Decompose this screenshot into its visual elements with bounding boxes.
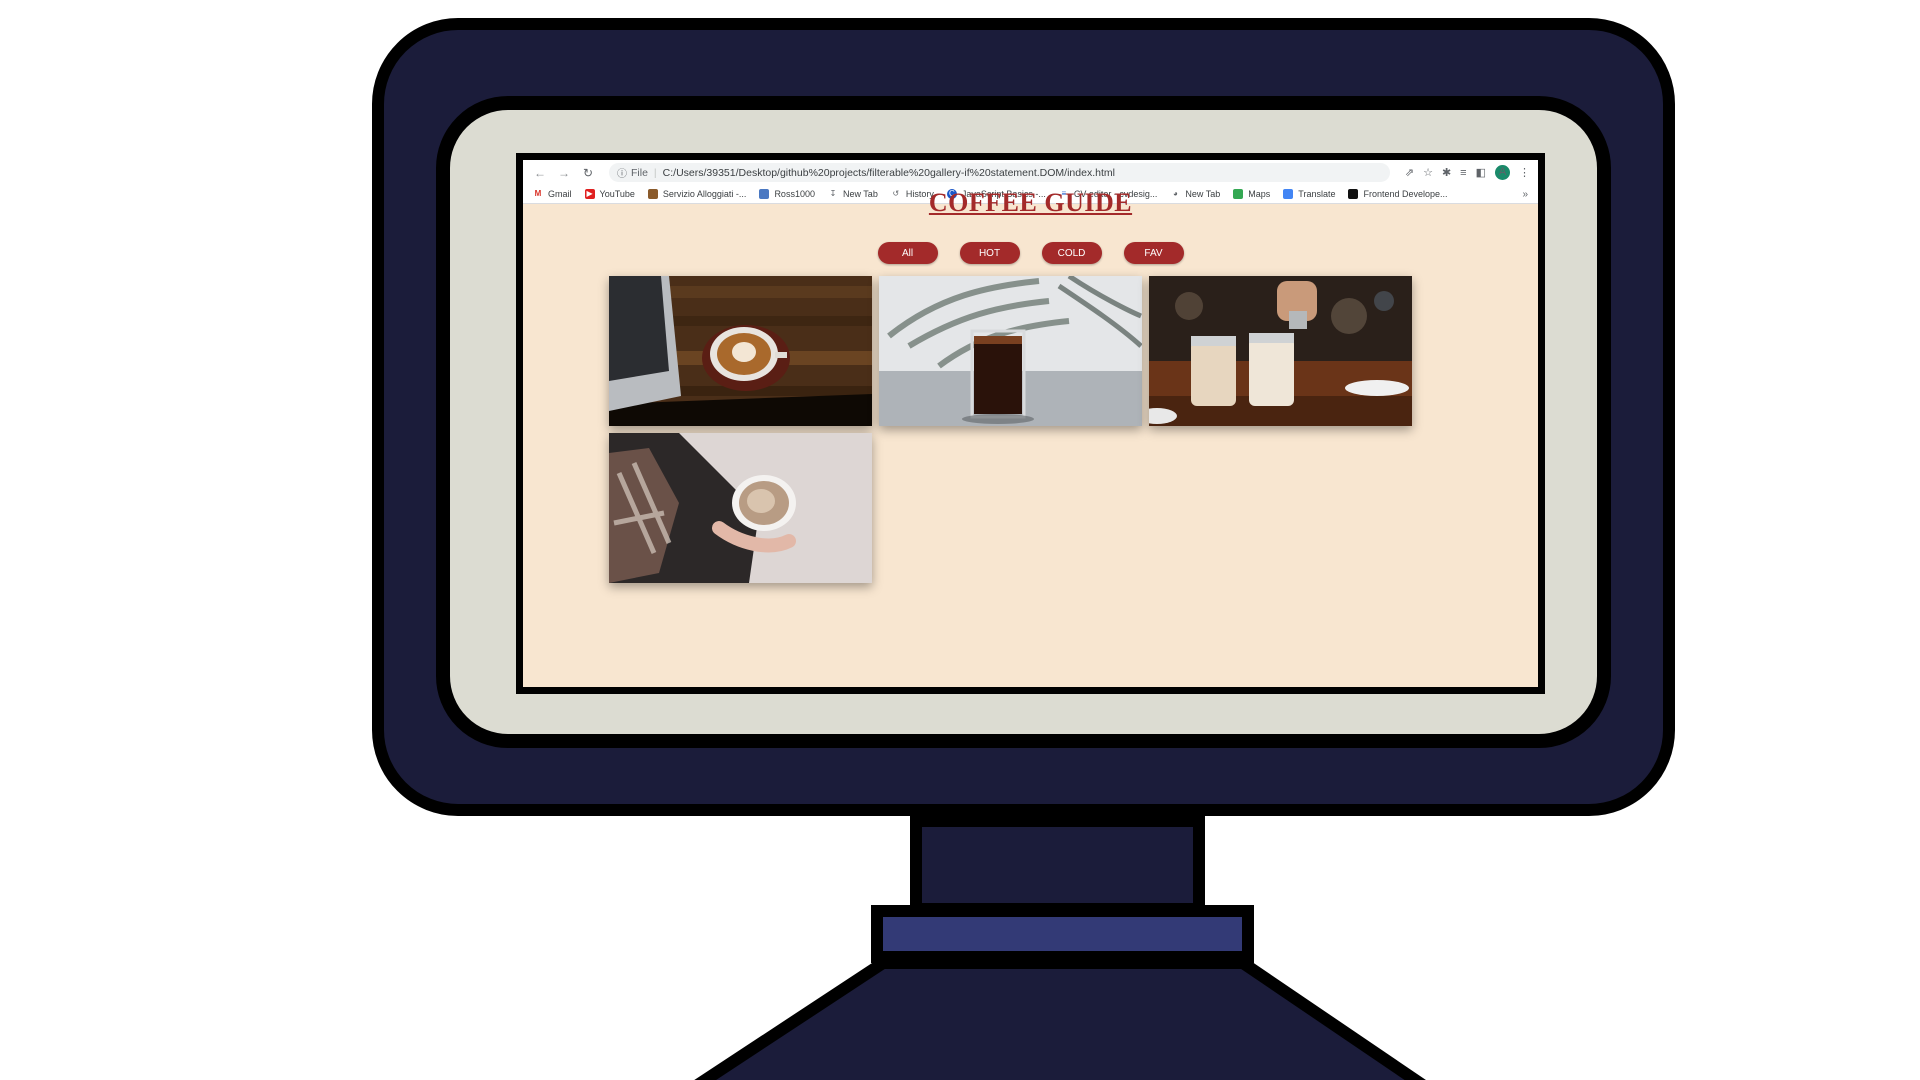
reload-icon[interactable]: ↻: [579, 166, 597, 180]
url-text[interactable]: C:/Users/39351/Desktop/github%20projects…: [663, 167, 1115, 179]
monitor-neck: [910, 815, 1205, 915]
filter-buttons: All HOT COLD FAV: [523, 242, 1538, 264]
forward-arrow-icon[interactable]: →: [555, 166, 573, 180]
milk-jars-photo: [1149, 276, 1412, 426]
filter-all-button[interactable]: All: [877, 242, 938, 264]
browser-window: ← → ↻ ⓘ File | C:/Users/39351/Desktop/gi…: [523, 160, 1538, 687]
cappuccino-photo: [609, 433, 872, 583]
address-bar[interactable]: ⓘ File | C:/Users/39351/Desktop/github%2…: [609, 163, 1390, 182]
extensions-icon[interactable]: ✱: [1442, 166, 1451, 179]
info-icon[interactable]: ⓘ: [617, 165, 627, 180]
browser-toolbar: ← → ↻ ⓘ File | C:/Users/39351/Desktop/gi…: [523, 160, 1538, 185]
menu-dots-icon[interactable]: ⋮: [1519, 166, 1530, 179]
page-title: COFFEE GUIDE: [928, 188, 1133, 217]
gallery-item-milk-jars[interactable]: [1149, 276, 1412, 426]
filter-hot-button[interactable]: HOT: [959, 242, 1020, 264]
side-panel-icon[interactable]: ◧: [1476, 166, 1486, 179]
share-icon[interactable]: ⇗: [1405, 166, 1414, 179]
star-icon[interactable]: ☆: [1423, 166, 1433, 179]
screen: ← → ↻ ⓘ File | C:/Users/39351/Desktop/gi…: [516, 153, 1545, 694]
filter-cold-button[interactable]: COLD: [1041, 242, 1102, 264]
profile-avatar[interactable]: A: [1495, 165, 1510, 180]
monitor-stand-plate: [871, 905, 1254, 963]
gallery-item-cappuccino[interactable]: [609, 433, 872, 583]
filter-fav-button[interactable]: FAV: [1123, 242, 1184, 264]
latte-photo: [609, 276, 872, 426]
gallery-item-latte[interactable]: [609, 276, 872, 426]
gallery-item-iced-coffee[interactable]: [879, 276, 1142, 426]
back-arrow-icon[interactable]: ←: [531, 166, 549, 180]
url-scheme-label: File: [631, 166, 648, 179]
iced-coffee-photo: [879, 276, 1142, 426]
url-separator: |: [653, 166, 657, 179]
reading-list-icon[interactable]: ≡: [1460, 167, 1466, 179]
